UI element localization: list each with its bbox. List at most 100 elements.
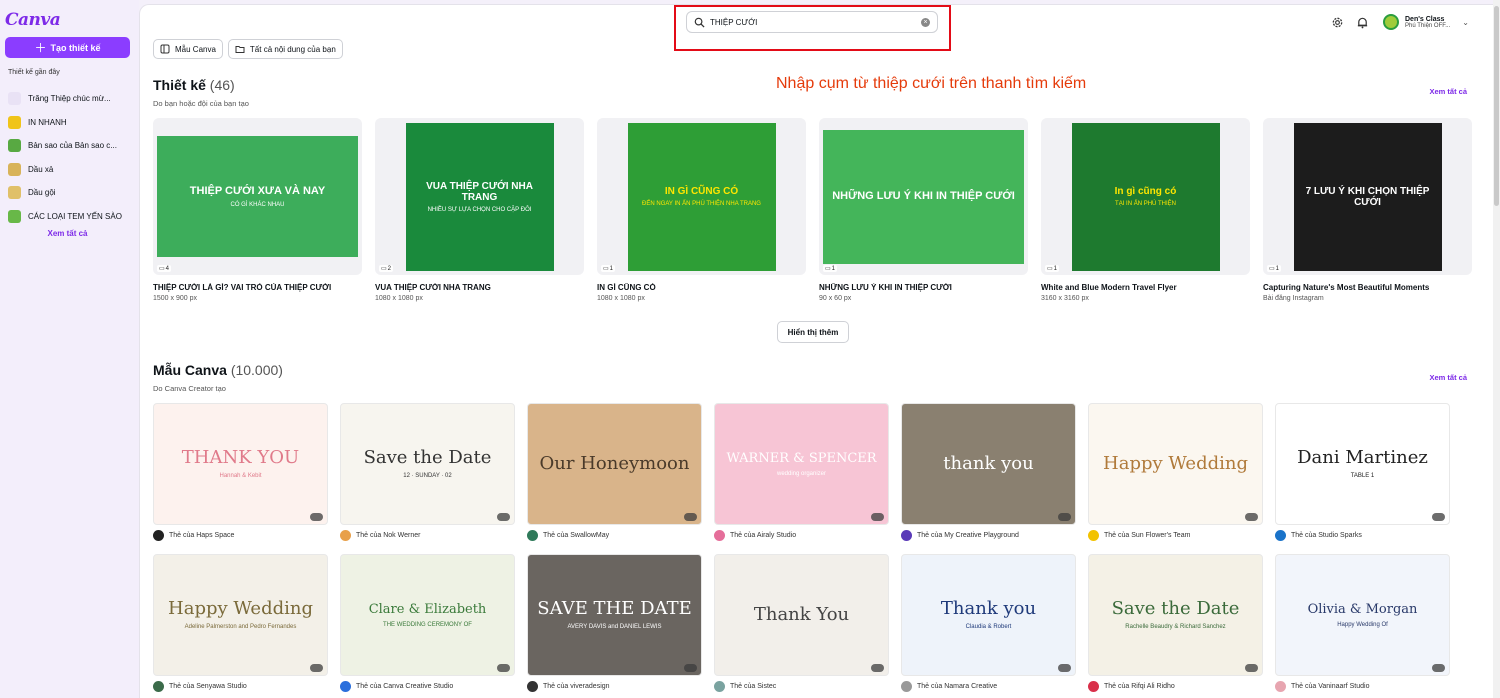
templates-title-text: Mẫu Canva bbox=[153, 362, 227, 378]
template-author[interactable]: Thẻ của Vaninaarf Studio bbox=[1275, 681, 1450, 692]
filter-canva-templates[interactable]: Mẫu Canva bbox=[153, 39, 223, 59]
clear-search-icon[interactable]: × bbox=[921, 17, 930, 27]
template-thumbnail[interactable]: Save the Date 12 · SUNDAY · 02 bbox=[340, 403, 515, 525]
sidebar-see-all-link[interactable]: Xem tất cả bbox=[0, 229, 135, 238]
recent-design-item[interactable]: CÁC LOẠI TEM YẾN SÀO bbox=[8, 205, 134, 229]
instruction-annotation: Nhập cụm từ thiệp cưới trên thanh tìm ki… bbox=[776, 75, 1087, 92]
filter-chips: Mẫu Canva Tất cả nội dung của bạn bbox=[153, 39, 343, 59]
design-card[interactable]: 7 LƯU Ý KHI CHỌN THIỆP CƯỚI ▭ 1 Capturing N… bbox=[1263, 118, 1472, 302]
template-author[interactable]: Thẻ của Sistec bbox=[714, 681, 889, 692]
template-thumbnail[interactable]: Happy Wedding bbox=[1088, 403, 1263, 525]
template-card[interactable]: Clare & Elizabeth THE WEDDING CEREMONY OF… bbox=[340, 554, 515, 692]
template-card[interactable]: Olivia & Morgan Happy Wedding Of Thẻ của V… bbox=[1275, 554, 1450, 692]
template-thumbnail[interactable]: Thank you Claudia & Robert bbox=[901, 554, 1076, 676]
design-thumbnail[interactable]: In gì cũng có TẠI IN ẤN PHÚ THIỆN ▭ 1 bbox=[1041, 118, 1250, 275]
template-author[interactable]: Thẻ của Canva Creative Studio bbox=[340, 681, 515, 692]
show-more-button[interactable]: Hiển thị thêm bbox=[777, 321, 849, 343]
design-thumbnail[interactable]: 7 LƯU Ý KHI CHỌN THIỆP CƯỚI ▭ 1 bbox=[1263, 118, 1472, 275]
template-card[interactable]: THANK YOU Hannah & Kebit Thẻ của Haps Spac… bbox=[153, 403, 328, 541]
template-author[interactable]: Thẻ của Namara Creative bbox=[901, 681, 1076, 692]
premium-crown-icon bbox=[310, 513, 323, 521]
template-author[interactable]: Thẻ của Rifqi Ali Ridho bbox=[1088, 681, 1263, 692]
recent-design-label: Dầu xả bbox=[28, 164, 54, 174]
template-thumbnail[interactable]: Dani Martinez TABLE 1 bbox=[1275, 403, 1450, 525]
design-title[interactable]: White and Blue Modern Travel Flyer bbox=[1041, 283, 1250, 292]
page-scrollbar[interactable] bbox=[1493, 0, 1500, 698]
premium-crown-icon bbox=[1432, 664, 1445, 672]
template-author[interactable]: Thẻ của Studio Sparks bbox=[1275, 530, 1450, 541]
template-card[interactable]: Save the Date 12 · SUNDAY · 02 Thẻ của Nok… bbox=[340, 403, 515, 541]
template-card[interactable]: Happy Wedding Adeline Palmerston and Pedr… bbox=[153, 554, 328, 692]
design-title[interactable]: Capturing Nature's Most Beautiful Moment… bbox=[1263, 283, 1472, 292]
design-card[interactable]: VUA THIỆP CƯỚI NHA TRANG NHIỀU SỰ LỰA CHỌ… bbox=[375, 118, 584, 302]
template-author[interactable]: Thẻ của viveradesign bbox=[527, 681, 702, 692]
template-author[interactable]: Thẻ của My Creative Playground bbox=[901, 530, 1076, 541]
gear-icon[interactable] bbox=[1331, 16, 1344, 29]
design-thumbnail[interactable]: NHỮNG LƯU Ý KHI IN THIỆP CƯỚI ▭ 1 bbox=[819, 118, 1028, 275]
design-title[interactable]: IN GÌ CŨNG CÓ bbox=[597, 283, 806, 292]
template-author[interactable]: Thẻ của Airaly Studio bbox=[714, 530, 889, 541]
template-author-name: Thẻ của Sun Flower's Team bbox=[1104, 532, 1191, 539]
template-thumbnail[interactable]: THANK YOU Hannah & Kebit bbox=[153, 403, 328, 525]
design-thumbnail[interactable]: IN GÌ CŨNG CÓ ĐẾN NGAY IN ẤN PHÚ THIỆN NH… bbox=[597, 118, 806, 275]
design-thumbnail[interactable]: VUA THIỆP CƯỚI NHA TRANG NHIỀU SỰ LỰA CHỌ… bbox=[375, 118, 584, 275]
template-card[interactable]: Our Honeymoon Thẻ của SwallowMay bbox=[527, 403, 702, 541]
template-thumbnail[interactable]: Clare & Elizabeth THE WEDDING CEREMONY OF bbox=[340, 554, 515, 676]
design-title[interactable]: THIỆP CƯỚI LÀ GÌ? VAI TRÒ CỦA THIỆP CƯỚI bbox=[153, 283, 362, 292]
template-thumbnail[interactable]: Save the Date Rachelle Beaudry & Richard … bbox=[1088, 554, 1263, 676]
template-card[interactable]: SAVE THE DATE AVERY DAVIS and DANIEL LEWI… bbox=[527, 554, 702, 692]
template-author[interactable]: Thẻ của SwallowMay bbox=[527, 530, 702, 541]
template-card[interactable]: Save the Date Rachelle Beaudry & Richard … bbox=[1088, 554, 1263, 692]
template-card[interactable]: thank you Thẻ của My Creative Playground bbox=[901, 403, 1076, 541]
design-card[interactable]: THIỆP CƯỚI XƯA VÀ NAY CÓ GÌ KHÁC NHAU ▭ 4 TH… bbox=[153, 118, 362, 302]
template-preview-title: Our Honeymoon bbox=[539, 453, 690, 474]
template-author-name: Thẻ của SwallowMay bbox=[543, 532, 610, 539]
designs-count: (46) bbox=[209, 77, 235, 93]
scrollbar-thumb[interactable] bbox=[1494, 6, 1499, 206]
design-title[interactable]: NHỮNG LƯU Ý KHI IN THIỆP CƯỚI bbox=[819, 283, 1028, 292]
template-author[interactable]: Thẻ của Nok Werner bbox=[340, 530, 515, 541]
template-thumbnail[interactable]: Our Honeymoon bbox=[527, 403, 702, 525]
chevron-down-icon: ⌄ bbox=[1462, 17, 1469, 27]
template-card[interactable]: Thank You Thẻ của Sistec bbox=[714, 554, 889, 692]
search-input[interactable]: THIỆP CƯỚI bbox=[710, 18, 921, 27]
design-card[interactable]: In gì cũng có TẠI IN ẤN PHÚ THIỆN ▭ 1 White … bbox=[1041, 118, 1250, 302]
filter-all-content[interactable]: Tất cả nội dung của bạn bbox=[227, 39, 343, 59]
template-card[interactable]: WARNER & SPENCER wedding organizer Thẻ của… bbox=[714, 403, 889, 541]
page-count-badge: ▭ 1 bbox=[1267, 265, 1282, 272]
template-card[interactable]: Thank you Claudia & Robert Thẻ của Namara … bbox=[901, 554, 1076, 692]
design-card[interactable]: IN GÌ CŨNG CÓ ĐẾN NGAY IN ẤN PHÚ THIỆN NH… bbox=[597, 118, 806, 302]
template-thumbnail[interactable]: Olivia & Morgan Happy Wedding Of bbox=[1275, 554, 1450, 676]
template-thumbnail[interactable]: Happy Wedding Adeline Palmerston and Pedr… bbox=[153, 554, 328, 676]
templates-see-all-link[interactable]: Xem tất cả bbox=[1429, 373, 1467, 382]
template-thumbnail[interactable]: SAVE THE DATE AVERY DAVIS and DANIEL LEWI… bbox=[527, 554, 702, 676]
author-avatar bbox=[1088, 530, 1099, 541]
recent-design-item[interactable]: Dầu xả bbox=[8, 158, 134, 182]
design-title[interactable]: VUA THIỆP CƯỚI NHA TRANG bbox=[375, 283, 584, 292]
template-author[interactable]: Thẻ của Sun Flower's Team bbox=[1088, 530, 1263, 541]
template-card[interactable]: Dani Martinez TABLE 1 Thẻ của Studio Spark… bbox=[1275, 403, 1450, 541]
designs-see-all-link[interactable]: Xem tất cả bbox=[1429, 87, 1467, 96]
recent-design-item[interactable]: IN NHANH bbox=[8, 111, 134, 135]
design-thumbnail-icon bbox=[8, 92, 21, 106]
create-design-button[interactable]: ＋ Tạo thiết kế bbox=[5, 37, 130, 58]
recent-design-item[interactable]: Dầu gội bbox=[8, 181, 134, 205]
search-bar[interactable]: THIỆP CƯỚI × bbox=[686, 11, 938, 33]
design-card[interactable]: NHỮNG LƯU Ý KHI IN THIỆP CƯỚI ▭ 1 NHỮNG LƯU… bbox=[819, 118, 1028, 302]
design-thumbnail[interactable]: THIỆP CƯỚI XƯA VÀ NAY CÓ GÌ KHÁC NHAU ▭ 4 bbox=[153, 118, 362, 275]
template-card[interactable]: Happy Wedding Thẻ của Sun Flower's Team bbox=[1088, 403, 1263, 541]
recent-design-item[interactable]: Trăng Thiệp chúc mừ... bbox=[8, 87, 134, 111]
bell-icon[interactable] bbox=[1356, 16, 1369, 29]
template-preview-title: Save the Date bbox=[1111, 598, 1240, 619]
template-thumbnail[interactable]: thank you bbox=[901, 403, 1076, 525]
template-author[interactable]: Thẻ của Haps Space bbox=[153, 530, 328, 541]
account-menu[interactable]: Den's Class Phú Thiện OFF... ⌄ bbox=[1383, 14, 1493, 30]
template-thumbnail[interactable]: WARNER & SPENCER wedding organizer bbox=[714, 403, 889, 525]
template-thumbnail[interactable]: Thank You bbox=[714, 554, 889, 676]
template-author-name: Thẻ của Vaninaarf Studio bbox=[1291, 683, 1370, 690]
recent-design-item[interactable]: Bản sao của Bản sao c... bbox=[8, 134, 134, 158]
template-author[interactable]: Thẻ của Senyawa Studio bbox=[153, 681, 328, 692]
designs-title-text: Thiết kế bbox=[153, 77, 206, 93]
canva-logo[interactable]: Canva bbox=[5, 10, 61, 30]
designs-grid: THIỆP CƯỚI XƯA VÀ NAY CÓ GÌ KHÁC NHAU ▭ 4 TH… bbox=[153, 118, 1474, 302]
